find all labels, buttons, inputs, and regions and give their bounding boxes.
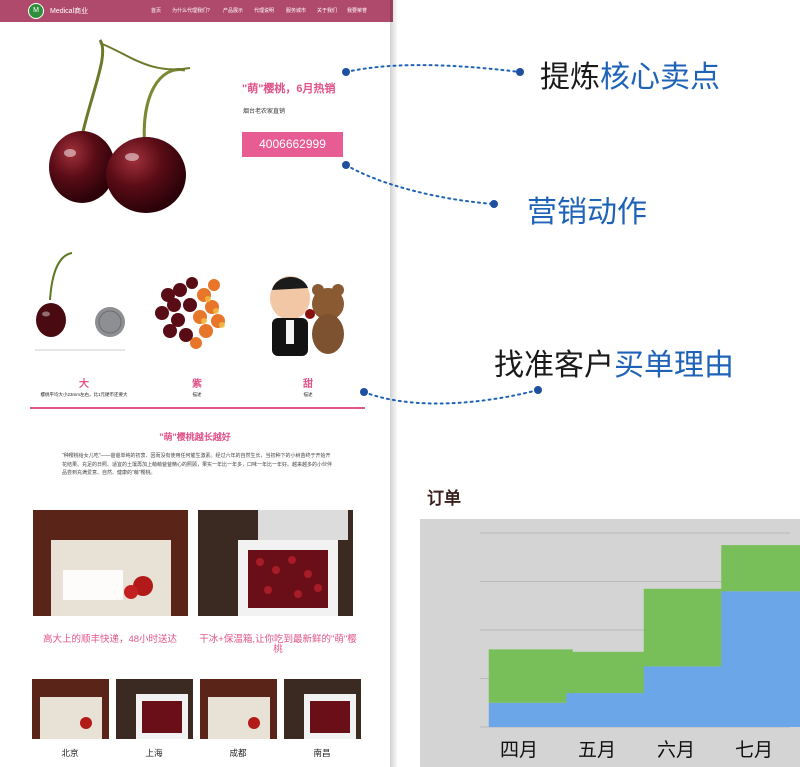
x-tick-june: 六月 — [656, 739, 695, 761]
bar-六月-series-0 — [643, 666, 728, 727]
bar-五月-series-0 — [566, 693, 651, 727]
callout-core-selling-point: 提炼核心卖点 — [540, 60, 720, 95]
callout-marketing-action: 营销动作 — [527, 195, 647, 230]
chart-title: 订单 — [427, 489, 461, 509]
x-tick-april: 四月 — [499, 739, 538, 761]
bar-六月-series-1 — [643, 588, 728, 667]
bar-七月-series-0 — [721, 591, 800, 727]
bar-七月-series-1 — [721, 545, 800, 592]
bar-四月-series-1 — [488, 649, 573, 703]
orders-stacked-bar-chart — [480, 532, 800, 728]
bar-四月-series-0 — [488, 702, 573, 727]
bar-五月-series-1 — [566, 651, 651, 694]
x-tick-july: 七月 — [734, 739, 773, 761]
x-tick-may: 五月 — [577, 739, 616, 761]
callout-purchase-reason: 找准客户买单理由 — [494, 348, 734, 383]
